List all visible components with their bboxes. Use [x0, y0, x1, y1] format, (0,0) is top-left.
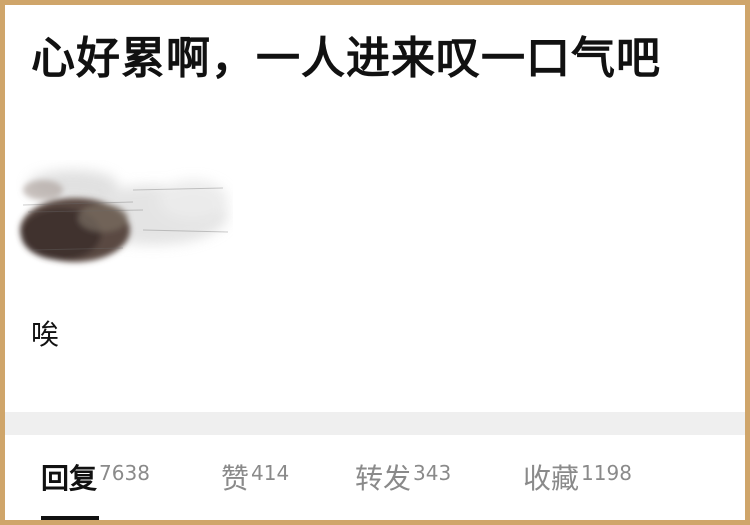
tab-likes-label: 赞	[221, 462, 250, 495]
tab-favorites[interactable]: 收藏 1198	[523, 457, 632, 497]
tab-replies-label: 回复	[41, 462, 98, 495]
screenshot-frame: 心好累啊，一人进来叹一口气吧 唉 回复 7638 赞 414 转发 343 收藏…	[5, 5, 745, 520]
tab-favorites-label: 收藏	[523, 462, 580, 495]
active-tab-indicator	[41, 516, 99, 520]
section-divider	[5, 412, 745, 435]
tab-replies[interactable]: 回复 7638	[41, 457, 150, 497]
post-title: 心好累啊，一人进来叹一口气吧	[31, 33, 661, 84]
interaction-tab-bar: 回复 7638 赞 414 转发 343 收藏 1198	[5, 435, 745, 520]
tab-reposts-label: 转发	[355, 462, 412, 495]
author-avatar[interactable]	[13, 160, 233, 275]
tab-likes-count: 414	[251, 461, 290, 485]
tab-likes[interactable]: 赞 414	[221, 457, 289, 497]
post-body-text: 唉	[31, 318, 60, 351]
tab-reposts[interactable]: 转发 343	[355, 457, 451, 497]
tab-reposts-count: 343	[413, 461, 452, 485]
tab-favorites-count: 1198	[581, 461, 632, 485]
tab-replies-count: 7638	[99, 461, 150, 485]
